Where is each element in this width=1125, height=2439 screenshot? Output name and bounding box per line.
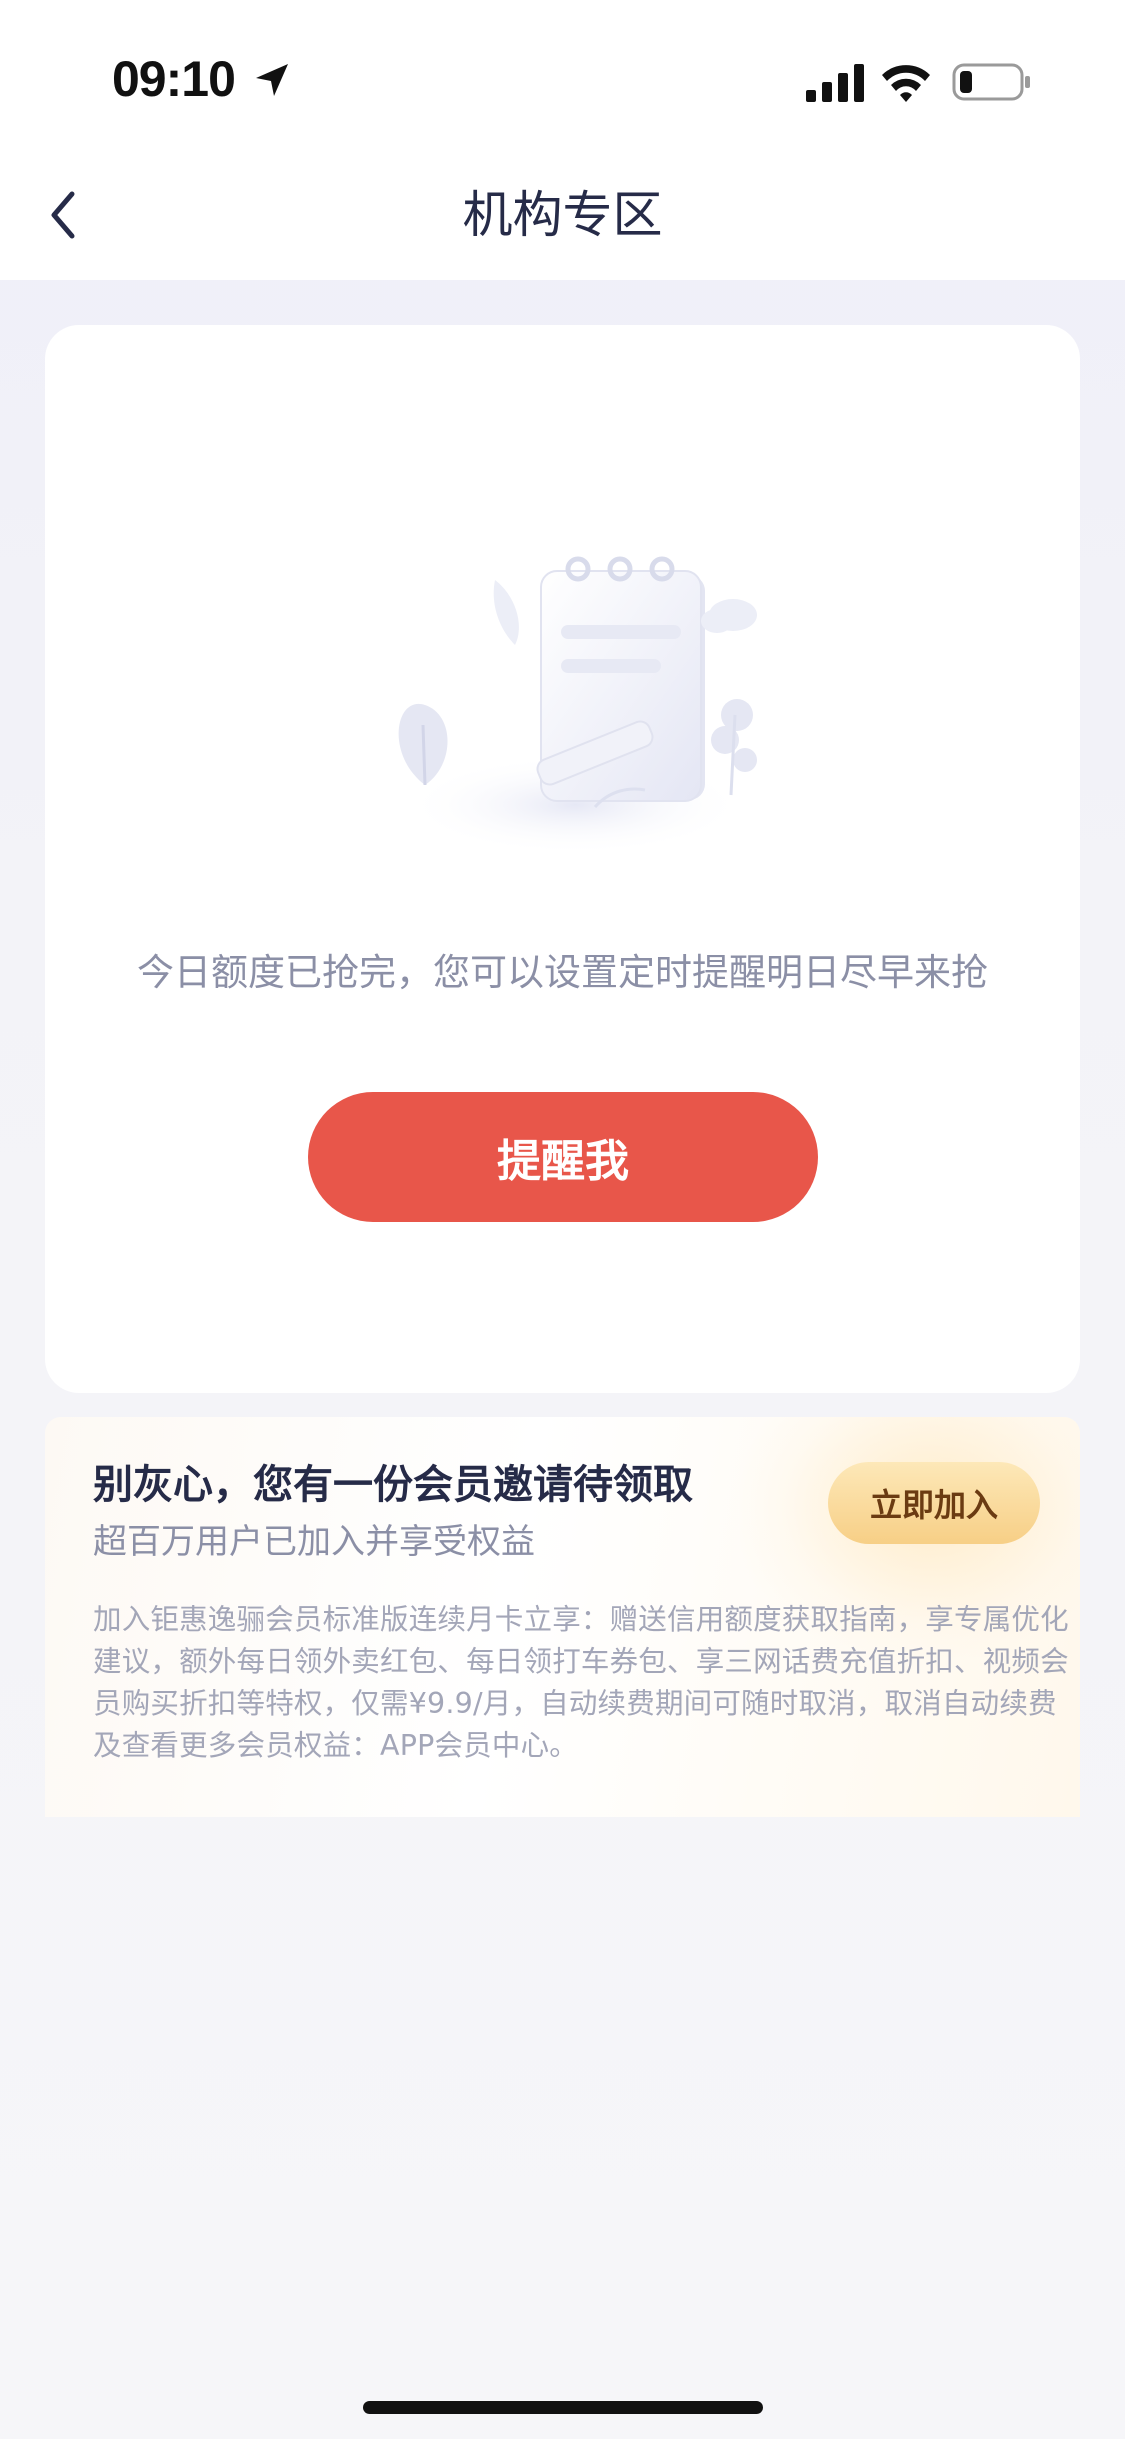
home-indicator[interactable] xyxy=(363,2401,763,2414)
membership-invite-card: 别灰心，您有一份会员邀请待领取 超百万用户已加入并享受权益 立即加入 加入钜惠逸… xyxy=(45,1417,1080,1817)
remind-me-button[interactable]: 提醒我 xyxy=(308,1092,818,1222)
location-arrow-icon xyxy=(256,64,288,96)
empty-notebook-illustration xyxy=(398,556,757,855)
cellular-signal-icon xyxy=(806,64,864,102)
wifi-icon xyxy=(882,65,930,102)
status-time: 09:10 xyxy=(112,51,236,107)
empty-state-card: 今日额度已抢完，您可以设置定时提醒明日尽早来抢 提醒我 xyxy=(45,325,1080,1393)
top-bar: 09:10 机构专区 xyxy=(0,0,1125,280)
join-now-button[interactable]: 立即加入 xyxy=(828,1462,1040,1544)
empty-message: 今日额度已抢完，您可以设置定时提醒明日尽早来抢 xyxy=(137,951,988,994)
battery-icon xyxy=(952,63,1030,101)
page-title: 机构专区 xyxy=(462,186,663,244)
membership-subtitle: 超百万用户已加入并享受权益 xyxy=(93,1522,535,1562)
membership-description: 加入钜惠逸骊会员标准版连续月卡立享：赠送信用额度获取指南，享专属优化建议，额外每… xyxy=(93,1603,1069,1762)
membership-title: 别灰心，您有一份会员邀请待领取 xyxy=(93,1462,693,1508)
